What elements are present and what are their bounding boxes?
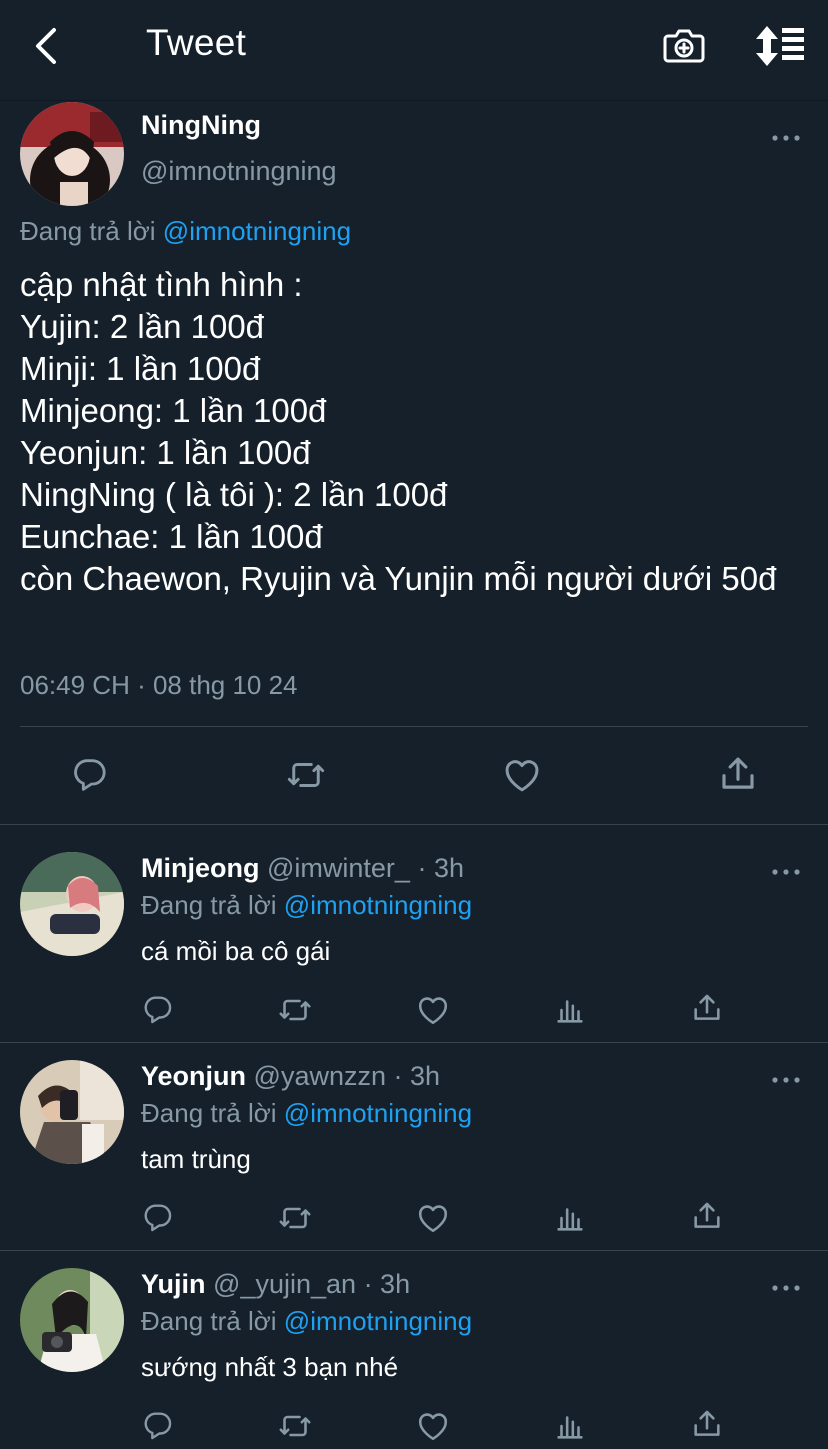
reply-icon[interactable]	[141, 1408, 175, 1442]
reply-header: Yeonjun @yawnzzn · 3h	[141, 1061, 440, 1092]
reply-time: · 3h	[363, 1269, 411, 1299]
author-name[interactable]: Yujin	[141, 1269, 206, 1299]
like-icon[interactable]	[415, 992, 451, 1028]
like-icon[interactable]	[415, 1200, 451, 1236]
reply-icon[interactable]	[70, 754, 110, 794]
author-handle[interactable]: @imnotningning	[141, 156, 337, 187]
share-icon[interactable]	[717, 753, 759, 795]
replying-prefix: Đang trả lời	[141, 1098, 277, 1128]
author-name[interactable]: Minjeong	[141, 853, 259, 883]
tweet-timestamp: 06:49 CH · 08 thg 10 24	[20, 670, 298, 700]
mention-link[interactable]: @imnotningning	[284, 1098, 472, 1128]
divider	[20, 726, 808, 727]
avatar[interactable]	[20, 1268, 124, 1372]
author-name[interactable]: Yeonjun	[141, 1061, 246, 1091]
reply-header: Minjeong @imwinter_ · 3h	[141, 853, 464, 884]
reply-text: tam trùng	[141, 1144, 251, 1174]
analytics-icon[interactable]	[553, 1409, 587, 1443]
share-icon[interactable]	[690, 1199, 724, 1233]
reply-icon[interactable]	[141, 1200, 175, 1234]
retweet-icon[interactable]	[277, 1200, 313, 1236]
tweet-text: cập nhật tình hình : Yujin: 2 lần 100đ M…	[20, 266, 777, 597]
replying-prefix: Đang trả lời	[141, 1306, 277, 1336]
retweet-icon[interactable]	[285, 754, 327, 796]
reply-icon[interactable]	[141, 992, 175, 1026]
retweet-icon[interactable]	[277, 992, 313, 1028]
more-icon[interactable]	[771, 1072, 801, 1082]
replying-prefix: Đang trả lời	[20, 216, 156, 246]
author-handle[interactable]: @imwinter_	[267, 853, 410, 883]
reply-header: Yujin @_yujin_an · 3h	[141, 1269, 410, 1300]
mention-link[interactable]: @imnotningning	[284, 1306, 472, 1336]
sort-icon[interactable]	[752, 22, 806, 70]
avatar[interactable]	[20, 102, 124, 206]
replying-prefix: Đang trả lời	[141, 890, 277, 920]
share-icon[interactable]	[690, 991, 724, 1025]
more-icon[interactable]	[771, 1280, 801, 1290]
like-icon[interactable]	[501, 754, 543, 796]
mention-link[interactable]: @imnotningning	[163, 216, 351, 246]
replying-to-line: Đang trả lời @imnotningning	[141, 890, 472, 921]
avatar[interactable]	[20, 1060, 124, 1164]
reply-time: · 3h	[417, 853, 464, 883]
back-arrow-icon[interactable]	[28, 24, 68, 68]
retweet-icon[interactable]	[277, 1408, 313, 1444]
analytics-icon[interactable]	[553, 1201, 587, 1235]
mention-link[interactable]: @imnotningning	[284, 890, 472, 920]
replying-to-line: Đang trả lời @imnotningning	[141, 1098, 472, 1129]
analytics-icon[interactable]	[553, 993, 587, 1027]
more-icon[interactable]	[771, 864, 801, 874]
reply-text: cá mồi ba cô gái	[141, 936, 331, 966]
author-name[interactable]: NingNing	[141, 110, 261, 141]
page-title: Tweet	[146, 22, 247, 63]
replying-to-line: Đang trả lời @imnotningning	[141, 1306, 472, 1337]
camera-icon[interactable]	[660, 22, 708, 70]
reply-time: · 3h	[393, 1061, 441, 1091]
more-icon[interactable]	[771, 130, 801, 140]
like-icon[interactable]	[415, 1408, 451, 1444]
replying-to-line: Đang trả lời @imnotningning	[20, 216, 351, 247]
top-navigation-bar: Tweet	[0, 0, 828, 101]
share-icon[interactable]	[690, 1407, 724, 1441]
avatar[interactable]	[20, 852, 124, 956]
reply-text: sướng nhất 3 bạn nhé	[141, 1352, 399, 1382]
author-handle[interactable]: @yawnzzn	[254, 1061, 386, 1091]
author-handle[interactable]: @_yujin_an	[213, 1269, 356, 1299]
